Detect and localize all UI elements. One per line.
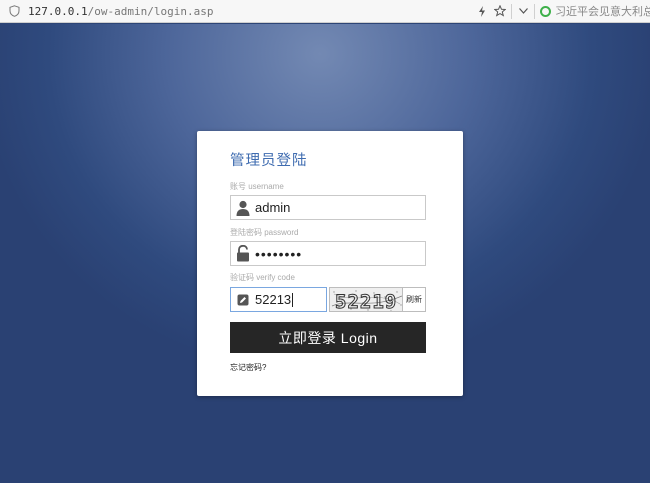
user-icon: [233, 196, 253, 219]
username-field[interactable]: admin: [230, 195, 426, 220]
divider: [511, 3, 512, 19]
search-box[interactable]: 习近平会见意大利总理: [537, 0, 650, 23]
verify-code-input[interactable]: 52213: [230, 287, 327, 312]
login-card: 管理员登陆 账号 username admin 登陆密码 password ••…: [197, 131, 463, 396]
password-label: 登陆密码 password: [230, 228, 299, 237]
lightning-icon[interactable]: [473, 0, 491, 23]
username-value: admin: [255, 200, 291, 215]
verify-code-row: 52213 52219 刷新: [230, 287, 426, 312]
shield-icon[interactable]: [7, 4, 21, 18]
captcha-text: 52219: [335, 291, 397, 312]
edit-icon: [233, 288, 253, 311]
search-text: 习近平会见意大利总理: [555, 6, 650, 18]
browser-address-bar: 127.0.0.1/ow-admin/login.asp 习近平会见意大利总理: [0, 0, 650, 23]
star-icon[interactable]: [491, 0, 509, 23]
verify-code-label: 验证码 verify code: [230, 273, 295, 282]
address-url[interactable]: 127.0.0.1/ow-admin/login.asp: [28, 5, 473, 18]
url-host: 127.0.0.1: [28, 4, 88, 18]
password-value: ••••••••: [255, 245, 303, 262]
search-engine-icon: [540, 5, 551, 17]
url-path: /ow-admin/login.asp: [87, 4, 214, 18]
divider: [534, 3, 535, 19]
lock-icon: [233, 242, 253, 265]
password-field[interactable]: ••••••••: [230, 241, 426, 266]
login-button[interactable]: 立即登录 Login: [230, 322, 426, 353]
captcha-image[interactable]: 52219: [329, 287, 403, 312]
forgot-password-link[interactable]: 忘记密码?: [230, 362, 266, 373]
refresh-captcha-button[interactable]: 刷新: [403, 287, 426, 312]
username-label: 账号 username: [230, 182, 284, 191]
page-title: 管理员登陆: [230, 153, 308, 169]
chevron-down-icon[interactable]: [514, 0, 532, 23]
verify-code-value: 52213: [255, 291, 294, 308]
